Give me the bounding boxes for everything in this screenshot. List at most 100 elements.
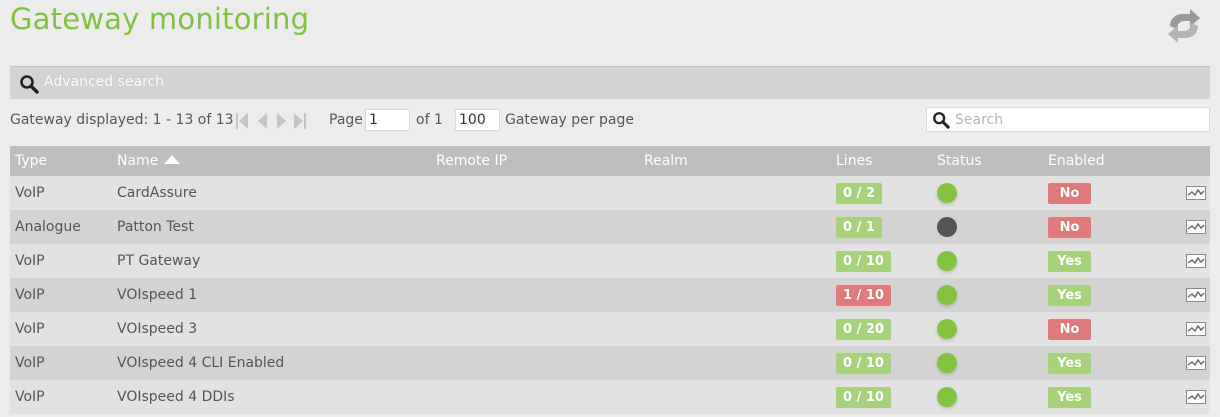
cell-actions — [1168, 312, 1210, 346]
cell-actions — [1168, 176, 1210, 210]
cell-type: VoIP — [15, 389, 45, 405]
first-page-icon[interactable] — [236, 112, 250, 130]
per-page-label: Gateway per page — [505, 112, 634, 128]
cell-lines: 1 / 10 — [831, 278, 932, 312]
cell-name[interactable]: CardAssure — [112, 176, 431, 210]
advanced-search-bar[interactable]: Advanced search — [10, 66, 1210, 99]
table-row[interactable]: VoIP CardAssure 0 / 2 No — [10, 176, 1210, 210]
cell-lines: 0 / 10 — [831, 346, 932, 380]
page-number-input[interactable] — [365, 109, 410, 131]
search-icon — [20, 75, 39, 94]
enabled-badge[interactable]: Yes — [1048, 352, 1091, 374]
stats-chart-icon[interactable] — [1186, 390, 1206, 404]
stats-chart-icon[interactable] — [1186, 322, 1206, 336]
cell-lines: 0 / 1 — [831, 210, 932, 244]
cell-actions — [1168, 210, 1210, 244]
column-header-status[interactable]: Status — [932, 146, 1043, 176]
cell-realm — [639, 278, 831, 312]
status-indicator — [937, 251, 957, 271]
cell-type: VoIP — [15, 321, 45, 337]
cell-status — [932, 380, 1043, 414]
table-row[interactable]: Analogue Patton Test 0 / 1 No — [10, 210, 1210, 244]
stats-chart-icon[interactable] — [1186, 220, 1206, 234]
cell-name[interactable]: VOIspeed 1 — [112, 278, 431, 312]
cell-name[interactable]: VOIspeed 4 DDIs — [112, 380, 431, 414]
cell-status — [932, 176, 1043, 210]
cell-remote-ip — [431, 176, 639, 210]
cell-enabled: Yes — [1043, 244, 1168, 278]
cell-actions — [1168, 244, 1210, 278]
cell-type: VoIP — [15, 287, 45, 303]
cell-realm — [639, 244, 831, 278]
column-header-lines[interactable]: Lines — [831, 146, 932, 176]
page-total-label: of 1 — [416, 112, 443, 128]
stats-chart-icon[interactable] — [1186, 254, 1206, 268]
status-indicator — [937, 285, 957, 305]
stats-chart-icon[interactable] — [1186, 186, 1206, 200]
cell-status — [932, 278, 1043, 312]
enabled-badge[interactable]: Yes — [1048, 386, 1091, 408]
lines-badge: 0 / 10 — [836, 386, 891, 408]
enabled-badge[interactable]: No — [1048, 182, 1091, 204]
advanced-search-label: Advanced search — [44, 74, 165, 90]
cell-lines: 0 / 10 — [831, 244, 932, 278]
cell-type: Analogue — [15, 219, 81, 235]
enabled-badge[interactable]: Yes — [1048, 250, 1091, 272]
column-header-name-label: Name — [117, 153, 159, 169]
cell-name[interactable]: PT Gateway — [112, 244, 431, 278]
refresh-icon[interactable] — [1162, 8, 1206, 44]
lines-badge: 0 / 20 — [836, 318, 891, 340]
cell-status — [932, 244, 1043, 278]
cell-name[interactable]: VOIspeed 4 CLI Enabled — [112, 346, 431, 380]
next-page-icon[interactable] — [276, 112, 287, 130]
lines-badge: 0 / 10 — [836, 250, 891, 272]
cell-name[interactable]: Patton Test — [112, 210, 431, 244]
table-row[interactable]: VoIP VOIspeed 3 0 / 20 No — [10, 312, 1210, 346]
column-header-realm[interactable]: Realm — [639, 146, 831, 176]
column-header-enabled[interactable]: Enabled — [1043, 146, 1168, 176]
search-input[interactable] — [953, 109, 1207, 131]
cell-name[interactable]: VOIspeed 3 — [112, 312, 431, 346]
cell-realm — [639, 380, 831, 414]
enabled-badge[interactable]: No — [1048, 318, 1091, 340]
cell-enabled: Yes — [1043, 346, 1168, 380]
stats-chart-icon[interactable] — [1186, 356, 1206, 370]
cell-realm — [639, 176, 831, 210]
search-box[interactable] — [926, 107, 1210, 132]
cell-enabled: No — [1043, 210, 1168, 244]
enabled-badge[interactable]: Yes — [1048, 284, 1091, 306]
cell-status — [932, 312, 1043, 346]
table-row[interactable]: VoIP VOIspeed 4 CLI Enabled 0 / 10 Yes — [10, 346, 1210, 380]
cell-realm — [639, 210, 831, 244]
status-indicator — [937, 353, 957, 373]
per-page-input[interactable] — [455, 109, 500, 131]
search-icon — [933, 112, 950, 129]
cell-actions — [1168, 346, 1210, 380]
last-page-icon[interactable] — [294, 112, 308, 130]
page-label: Page — [329, 112, 363, 128]
gateway-table: Type Name Remote IP Realm Lines Status E… — [10, 146, 1210, 414]
column-header-actions — [1168, 146, 1210, 176]
cell-actions — [1168, 278, 1210, 312]
table-row[interactable]: VoIP PT Gateway 0 / 10 Yes — [10, 244, 1210, 278]
cell-type: VoIP — [15, 185, 45, 201]
prev-page-icon[interactable] — [257, 112, 268, 130]
column-header-name[interactable]: Name — [112, 146, 431, 176]
cell-lines: 0 / 20 — [831, 312, 932, 346]
stats-chart-icon[interactable] — [1186, 288, 1206, 302]
table-row[interactable]: VoIP VOIspeed 1 1 / 10 Yes — [10, 278, 1210, 312]
enabled-badge[interactable]: No — [1048, 216, 1091, 238]
cell-remote-ip — [431, 210, 639, 244]
cell-actions — [1168, 380, 1210, 414]
table-row[interactable]: VoIP VOIspeed 4 DDIs 0 / 10 Yes — [10, 380, 1210, 414]
cell-status — [932, 210, 1043, 244]
cell-remote-ip — [431, 380, 639, 414]
cell-enabled: No — [1043, 312, 1168, 346]
lines-badge: 0 / 1 — [836, 216, 882, 238]
cell-remote-ip — [431, 312, 639, 346]
sort-ascending-icon — [164, 155, 181, 164]
cell-realm — [639, 312, 831, 346]
column-header-type[interactable]: Type — [10, 146, 112, 176]
column-header-remote-ip[interactable]: Remote IP — [431, 146, 639, 176]
status-indicator — [937, 387, 957, 407]
